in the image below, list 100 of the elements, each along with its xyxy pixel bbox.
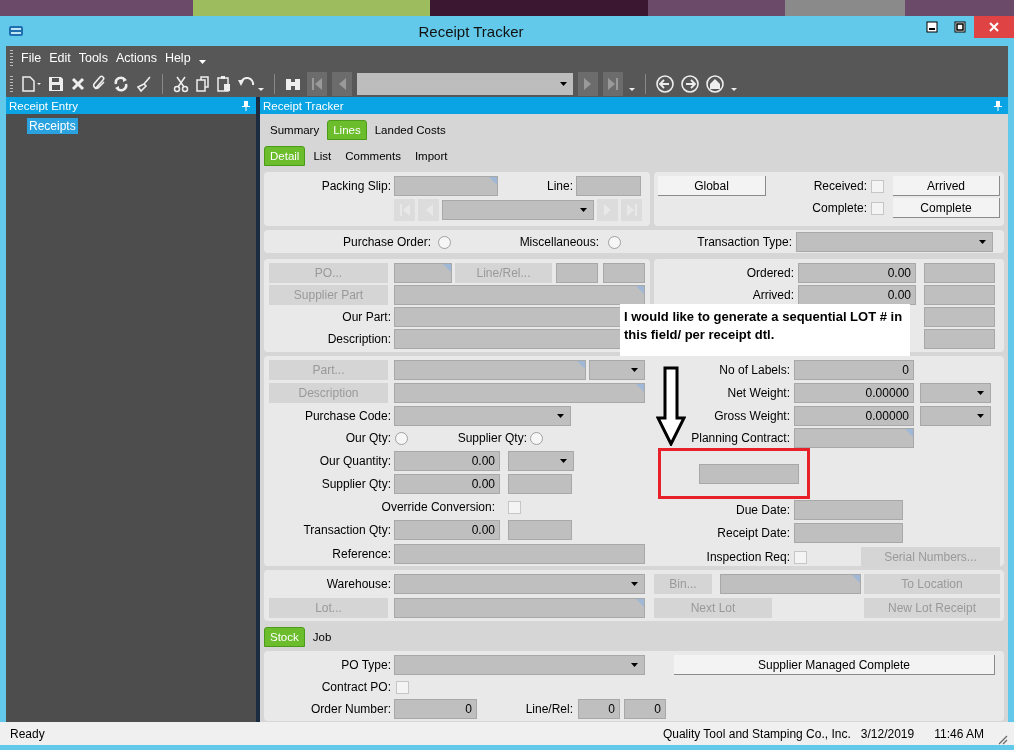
tab[interactable]: Landed Costs bbox=[368, 120, 452, 140]
scissors-icon[interactable] bbox=[172, 74, 190, 93]
field-label: Packing Slip: bbox=[320, 178, 391, 195]
menu-item[interactable]: Edit bbox=[49, 51, 71, 65]
refresh-icon[interactable] bbox=[112, 74, 130, 93]
uom-field[interactable] bbox=[924, 329, 995, 349]
undo-icon[interactable] bbox=[237, 74, 265, 93]
caret-icon bbox=[580, 208, 587, 212]
radio-button[interactable] bbox=[608, 235, 621, 249]
field-label: Inspection Req: bbox=[705, 549, 790, 566]
paste-icon[interactable] bbox=[216, 74, 232, 93]
menu-item[interactable]: Actions bbox=[115, 51, 157, 65]
caret-icon bbox=[631, 663, 638, 667]
save-icon[interactable] bbox=[47, 74, 65, 93]
part-field[interactable] bbox=[394, 360, 586, 380]
net-weight-field[interactable]: 0.00000 bbox=[794, 383, 914, 403]
bin-field[interactable] bbox=[720, 574, 861, 594]
home-icon[interactable] bbox=[705, 74, 725, 93]
pin-icon[interactable] bbox=[994, 100, 1002, 111]
caret-icon[interactable] bbox=[198, 60, 206, 64]
lot-number-field[interactable] bbox=[699, 463, 799, 484]
checkbox[interactable] bbox=[396, 680, 409, 694]
quantity-field[interactable]: 0.00 bbox=[798, 263, 916, 283]
field-label: Description: bbox=[326, 331, 391, 348]
arrived-button[interactable]: Arrived bbox=[893, 176, 1000, 196]
complete-button[interactable]: Complete bbox=[893, 198, 1000, 218]
tab[interactable]: List bbox=[307, 146, 338, 166]
uom-field[interactable] bbox=[924, 307, 995, 327]
tab[interactable]: Job bbox=[306, 627, 338, 647]
weight-unit-dropdown[interactable] bbox=[920, 383, 991, 403]
supplier-managed-complete-button[interactable]: Supplier Managed Complete bbox=[674, 655, 995, 675]
purchase-code-dropdown[interactable] bbox=[394, 406, 571, 426]
global-button[interactable]: Global bbox=[658, 176, 766, 196]
supplier-qty-field[interactable]: 0.00 bbox=[394, 474, 500, 494]
radio-button[interactable] bbox=[438, 235, 451, 249]
checkbox[interactable] bbox=[871, 201, 884, 215]
field-label: Arrived: bbox=[751, 287, 794, 304]
planning-contract-field[interactable] bbox=[794, 428, 914, 448]
line-dropdown[interactable] bbox=[442, 200, 594, 220]
line-field[interactable] bbox=[556, 263, 598, 283]
field-label: Purchase Code: bbox=[303, 408, 391, 425]
first-record-button[interactable] bbox=[307, 71, 327, 96]
menu-item[interactable]: File bbox=[21, 51, 42, 65]
reference-field[interactable] bbox=[394, 544, 645, 564]
pin-icon[interactable] bbox=[242, 100, 251, 111]
gross-weight-field[interactable]: 0.00000 bbox=[794, 406, 914, 426]
status-text: Ready bbox=[10, 726, 46, 741]
checkbox[interactable] bbox=[508, 500, 521, 514]
checkbox[interactable] bbox=[871, 179, 884, 193]
field-label: Supplier Qty: bbox=[320, 476, 391, 493]
po-field[interactable] bbox=[394, 263, 452, 283]
supplier-part-field[interactable] bbox=[394, 285, 645, 305]
caret-icon bbox=[560, 81, 567, 86]
due-date-field[interactable] bbox=[794, 500, 903, 520]
quantity-field[interactable]: 0.00 bbox=[798, 285, 916, 305]
record-dropdown[interactable] bbox=[357, 72, 573, 95]
uom-field[interactable] bbox=[924, 285, 995, 305]
weight-unit-dropdown[interactable] bbox=[920, 406, 991, 426]
new-document-icon[interactable] bbox=[20, 74, 42, 93]
labels-count-field[interactable]: 0 bbox=[794, 360, 914, 380]
line-rel-field[interactable]: 0 bbox=[578, 699, 620, 719]
resize-grip-icon[interactable] bbox=[998, 735, 1008, 745]
previous-record-button[interactable] bbox=[332, 71, 352, 96]
uom-field[interactable] bbox=[508, 474, 572, 494]
tab[interactable]: Summary bbox=[264, 120, 326, 140]
lot-field[interactable] bbox=[394, 598, 645, 618]
transaction-type-dropdown[interactable] bbox=[796, 232, 993, 252]
line-rel-field[interactable]: 0 bbox=[624, 699, 666, 719]
release-field[interactable] bbox=[603, 263, 645, 283]
caret-icon bbox=[631, 582, 638, 586]
field-label: Received: bbox=[812, 178, 867, 195]
last-icon bbox=[607, 76, 619, 91]
uom-field[interactable] bbox=[924, 263, 995, 283]
checkbox[interactable] bbox=[794, 550, 807, 564]
field-label: Miscellaneous: bbox=[518, 234, 599, 251]
field-label: Net Weight: bbox=[726, 385, 790, 402]
warehouse-dropdown[interactable] bbox=[394, 574, 645, 594]
window-title: Receipt Tracker bbox=[417, 22, 525, 40]
uom-dropdown[interactable] bbox=[508, 451, 574, 471]
menu-item[interactable]: Tools bbox=[78, 51, 108, 65]
po-type-dropdown[interactable] bbox=[394, 655, 645, 675]
uom-field[interactable] bbox=[508, 520, 572, 540]
next-record-button[interactable] bbox=[578, 71, 598, 96]
tab[interactable]: Comments bbox=[339, 146, 407, 166]
description-field[interactable] bbox=[394, 383, 645, 403]
tab[interactable]: Import bbox=[408, 146, 454, 166]
broom-icon[interactable] bbox=[135, 74, 153, 93]
radio-button[interactable] bbox=[530, 431, 543, 445]
transaction-qty-field[interactable]: 0.00 bbox=[394, 520, 500, 540]
menu-item[interactable]: Help bbox=[164, 51, 191, 65]
receipt-date-field[interactable] bbox=[794, 523, 903, 543]
packing-slip-field[interactable] bbox=[394, 176, 498, 196]
order-number-field[interactable]: 0 bbox=[394, 699, 477, 719]
copy-icon[interactable] bbox=[195, 74, 211, 93]
last-record-button[interactable] bbox=[603, 71, 623, 96]
line-field[interactable] bbox=[576, 176, 641, 196]
our-quantity-field[interactable]: 0.00 bbox=[394, 451, 500, 471]
revision-dropdown[interactable] bbox=[589, 360, 645, 380]
field-label: Transaction Type: bbox=[696, 234, 792, 251]
radio-button[interactable] bbox=[395, 431, 408, 445]
